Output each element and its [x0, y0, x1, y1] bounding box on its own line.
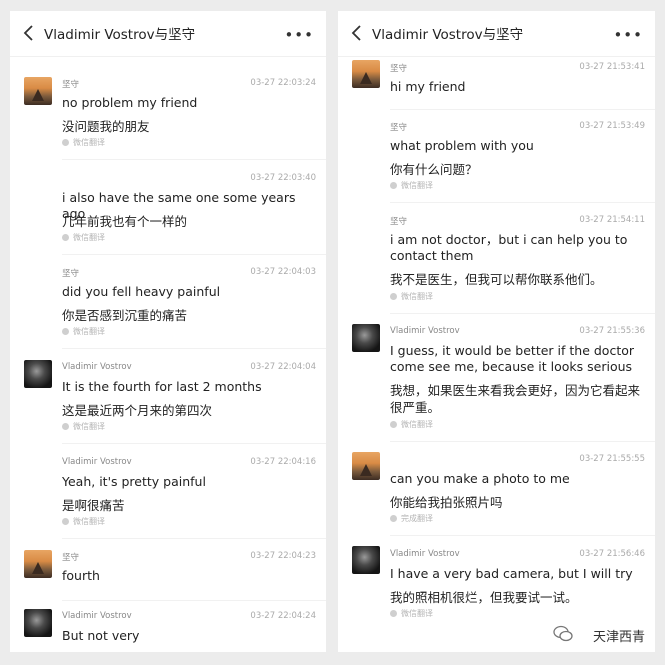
check-icon — [62, 234, 69, 241]
message-text: I have a very bad camera, but I will try — [390, 566, 633, 581]
message-translation: 我想，如果医生来看我会更好，因为它看起来很严重。 — [390, 383, 641, 415]
message-sender: 坚守 — [390, 123, 408, 133]
check-icon — [62, 328, 69, 335]
avatar[interactable] — [24, 77, 52, 105]
message-time: 03-27 22:03:40 — [250, 173, 316, 183]
chat-title: Vladimir Vostrov与坚守 — [372, 27, 524, 43]
message-time: 03-27 22:04:03 — [250, 267, 316, 277]
chat-header: Vladimir Vostrov与坚守 ••• — [338, 11, 655, 57]
message-translation: 这是最近两个月来的第四次 — [62, 403, 213, 418]
divider — [390, 202, 655, 203]
divider — [390, 109, 655, 110]
message-sender: Vladimir Vostrov — [390, 326, 460, 336]
message-translation: 是啊很痛苦 — [62, 498, 125, 513]
translate-label: 微信翻译 — [62, 232, 105, 243]
translate-label: 微信翻译 — [62, 326, 105, 337]
message-text: hi my friend — [390, 79, 466, 94]
message-sender: 坚守 — [390, 64, 408, 74]
translate-label: 微信翻译 — [390, 419, 433, 430]
message-sender: 坚守 — [62, 553, 80, 563]
message-sender: Vladimir Vostrov — [390, 549, 460, 559]
translate-label: 微信翻译 — [62, 137, 105, 148]
check-icon — [62, 518, 69, 525]
translate-label: 微信翻译 — [390, 608, 433, 619]
watermark: 天津西青 — [592, 630, 645, 645]
message-text: It is the fourth for last 2 months — [62, 379, 262, 394]
translate-label: 微信翻译 — [62, 516, 105, 527]
divider — [62, 348, 326, 349]
avatar[interactable] — [352, 452, 380, 480]
chat-panel-right: Vladimir Vostrov与坚守 ••• 坚守 03-27 21:53:4… — [338, 11, 655, 652]
chevron-left-icon[interactable] — [350, 24, 364, 42]
message-text: can you make a photo to me — [390, 471, 570, 486]
avatar[interactable] — [24, 550, 52, 578]
check-icon — [390, 515, 397, 522]
message-sender: 坚守 — [62, 80, 80, 90]
divider — [62, 443, 326, 444]
check-icon — [390, 421, 397, 428]
divider — [62, 254, 326, 255]
more-dots-icon[interactable]: ••• — [284, 26, 314, 44]
message-translation: 你有什么问题？ — [390, 162, 478, 177]
message-text: what problem with you — [390, 138, 534, 153]
message-sender: Vladimir Vostrov — [62, 362, 132, 372]
message-time: 03-27 22:04:23 — [250, 551, 316, 561]
message-translation: 我不是医生，但我可以帮你联系他们。 — [390, 272, 603, 287]
divider — [390, 441, 655, 442]
chat-title: Vladimir Vostrov与坚守 — [44, 27, 196, 43]
message-translation: 你是否感到沉重的痛苦 — [62, 308, 188, 323]
message-text: But not very — [62, 628, 140, 643]
chat-header: Vladimir Vostrov与坚守 ••• — [10, 11, 326, 57]
avatar[interactable] — [352, 60, 380, 88]
message-text: I guess, it would be better if the docto… — [390, 343, 635, 374]
message-time: 03-27 21:55:55 — [579, 454, 645, 464]
message-text: no problem my friend — [62, 95, 198, 110]
avatar[interactable] — [24, 609, 52, 637]
message-time: 03-27 21:55:36 — [579, 326, 645, 336]
message-time: 03-27 21:53:49 — [579, 121, 645, 131]
message-time: 03-27 22:03:24 — [250, 78, 316, 88]
message-sender: Vladimir Vostrov — [62, 611, 132, 621]
divider — [62, 600, 326, 601]
message-translation: 你能给我拍张照片吗 — [390, 495, 503, 510]
check-icon — [62, 139, 69, 146]
wechat-logo-icon — [553, 625, 573, 642]
message-sender: 坚守 — [390, 217, 408, 227]
avatar[interactable] — [352, 324, 380, 352]
translate-label: 微信翻译 — [390, 291, 433, 302]
message-sender: 坚守 — [62, 269, 80, 279]
chat-panel-left: Vladimir Vostrov与坚守 ••• 坚守 03-27 22:03:2… — [10, 11, 326, 652]
message-time: 03-27 22:04:24 — [250, 611, 316, 621]
message-time: 03-27 22:04:16 — [250, 457, 316, 467]
check-icon — [390, 610, 397, 617]
message-text: i am not doctor，but i can help you to co… — [390, 232, 628, 263]
divider — [62, 159, 326, 160]
avatar[interactable] — [352, 546, 380, 574]
message-text: fourth — [62, 568, 100, 583]
message-time: 03-27 22:04:04 — [250, 362, 316, 372]
message-time: 03-27 21:54:11 — [579, 215, 645, 225]
message-translation: 几年前我也有个一样的 — [62, 214, 188, 229]
divider — [390, 535, 655, 536]
chevron-left-icon[interactable] — [22, 24, 36, 42]
more-dots-icon[interactable]: ••• — [613, 26, 643, 44]
translate-label: 微信翻译 — [62, 421, 105, 432]
translate-label: 完成翻译 — [390, 513, 433, 524]
divider — [390, 313, 655, 314]
message-text: Yeah, it's pretty painful — [62, 474, 206, 489]
avatar[interactable] — [24, 360, 52, 388]
message-text: did you fell heavy painful — [62, 284, 221, 299]
message-translation: 我的照相机很烂，但我要试一试。 — [390, 590, 578, 605]
message-time: 03-27 21:56:46 — [579, 549, 645, 559]
message-sender: Vladimir Vostrov — [62, 457, 132, 467]
message-time: 03-27 21:53:41 — [579, 62, 645, 72]
check-icon — [62, 423, 69, 430]
message-translation: 没问题我的朋友 — [62, 119, 150, 134]
divider — [62, 538, 326, 539]
check-icon — [390, 182, 397, 189]
translate-label: 微信翻译 — [390, 180, 433, 191]
check-icon — [390, 293, 397, 300]
